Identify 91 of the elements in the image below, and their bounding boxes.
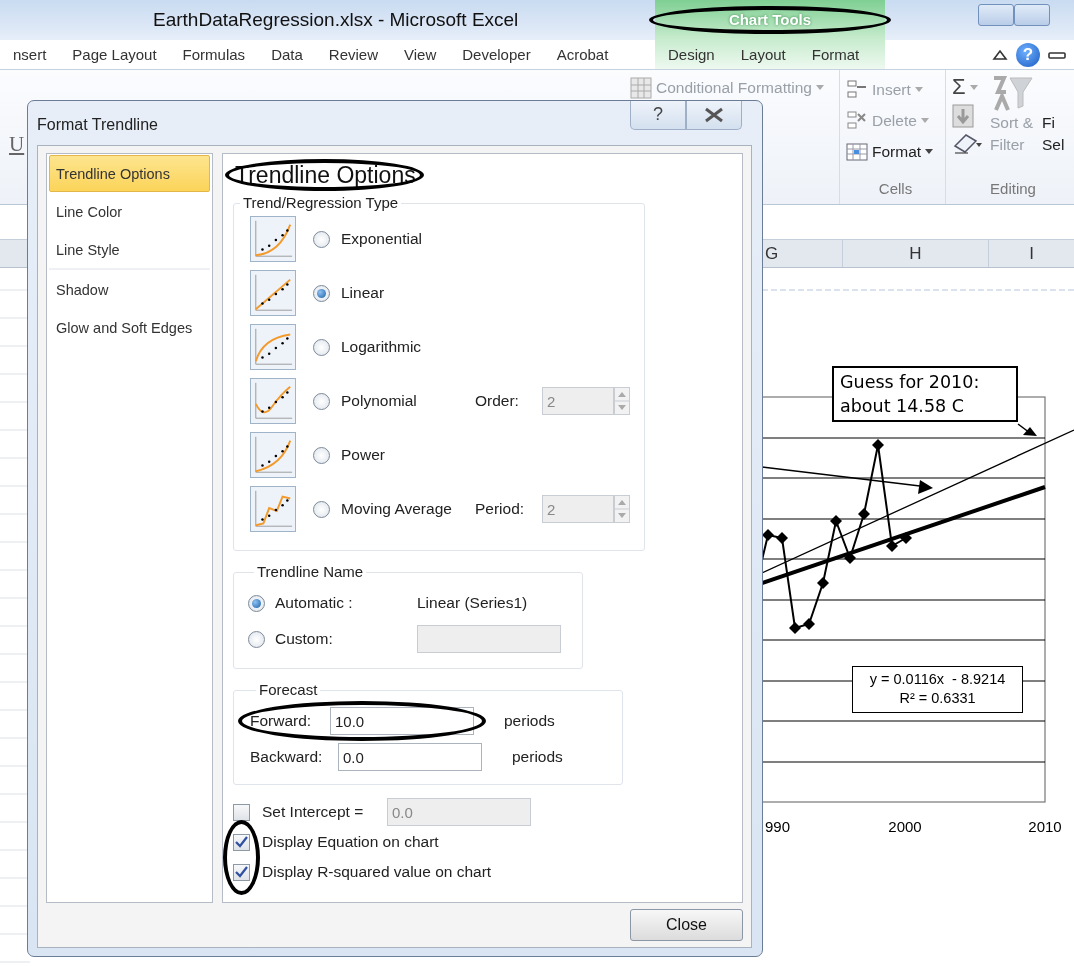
ribbon-tab[interactable]: Layout (727, 40, 799, 69)
axis-label: 2010 (1028, 818, 1062, 835)
contextual-tab-label: Chart Tools (727, 10, 813, 30)
radio-label[interactable]: Moving Average (341, 497, 475, 521)
window-title: EarthDataRegression.xlsx - Microsoft Excel (153, 9, 519, 30)
caret-icon (914, 87, 923, 92)
trend-type-icon (250, 486, 296, 532)
trendline-name: Linear (Series1) (417, 593, 528, 614)
ribbon-tab[interactable]: Format (798, 40, 873, 69)
field-label: Backward: (250, 747, 324, 768)
radio-label[interactable]: Power (341, 443, 475, 467)
eraser-icon[interactable] (952, 132, 982, 154)
radio-label[interactable]: Linear (341, 281, 475, 305)
nav-item[interactable]: Line Style (49, 231, 210, 268)
ribbon-tab[interactable]: Design (655, 40, 728, 69)
cells-button[interactable]: Format (872, 139, 922, 164)
param-label: Period: (475, 499, 526, 520)
group-label: Cells (877, 178, 914, 199)
column-header[interactable]: I (988, 240, 1074, 267)
ribbon-tab[interactable]: Formulas (169, 40, 259, 69)
trend-type-icon (250, 270, 296, 316)
find-select-button[interactable]: Fi Sel (1042, 112, 1065, 156)
nav-item[interactable]: Trendline Options (49, 155, 210, 192)
field-label: Forward: (250, 711, 313, 732)
radio-label[interactable]: Automatic : (275, 591, 417, 615)
callout-text: Guess for 2010: about 14.58 C (832, 366, 1018, 422)
trend-type-icon (250, 432, 296, 478)
equation-label: y = 0.0116x - 8.9214 (868, 670, 1007, 689)
section-heading: Trendline Options (234, 161, 416, 190)
radio-button[interactable] (313, 446, 330, 464)
ribbon-tab[interactable]: View (391, 40, 450, 69)
radio-label[interactable]: Logarithmic (341, 335, 475, 359)
unit-label: periods (504, 711, 555, 732)
radio-button[interactable] (313, 500, 330, 518)
group-label: Trend/Regression Type (242, 194, 400, 212)
close-button[interactable]: Close (630, 909, 743, 941)
sum-button[interactable]: Σ (952, 74, 966, 100)
conditional-formatting-icon (630, 76, 652, 99)
format-cells-icon (846, 141, 868, 162)
caret-icon (815, 85, 824, 91)
ribbon-tab[interactable]: Review (315, 40, 391, 69)
radio-button[interactable] (313, 230, 330, 248)
group-label: Editing (989, 178, 1037, 199)
ribbon-tab[interactable]: Developer (449, 40, 544, 69)
caret-icon (920, 118, 929, 123)
column-header[interactable]: G (764, 240, 842, 267)
nav-item[interactable]: Glow and Soft Edges (49, 309, 210, 346)
checkbox[interactable] (233, 863, 250, 881)
minimize-ribbon-icon[interactable] (1048, 49, 1066, 60)
radio-label[interactable]: Exponential (341, 227, 475, 251)
caret-icon (969, 84, 978, 90)
collapse-ribbon-icon[interactable] (992, 47, 1008, 62)
axis-label: 2000 (888, 818, 922, 835)
radio-button[interactable] (313, 338, 330, 356)
param-label: Order: (475, 391, 520, 412)
delete-cells-icon (846, 110, 868, 131)
radio-label[interactable]: Polynomial (341, 389, 475, 413)
column-header[interactable]: H (842, 240, 988, 267)
spin-buttons[interactable] (614, 495, 630, 523)
ribbon-tab[interactable]: nsert (0, 40, 60, 69)
radio-button[interactable] (313, 284, 330, 302)
help-button[interactable]: ? (630, 101, 686, 130)
r-squared-label: R² = 0.6331 (898, 689, 977, 708)
forecast-field[interactable]: 0.0 (338, 743, 482, 771)
radio-button[interactable] (313, 392, 330, 410)
checkbox-label[interactable]: Display R-squared value on chart (262, 860, 492, 884)
dialog-title: Format Trendline (37, 115, 158, 135)
ribbon-tab[interactable]: Acrobat (543, 40, 622, 69)
radio-button[interactable] (248, 594, 265, 612)
checkbox[interactable] (233, 833, 250, 851)
caret-icon (925, 149, 934, 154)
nav-item[interactable]: Shadow (49, 271, 210, 308)
minimize-button[interactable] (978, 4, 1014, 26)
spin-buttons[interactable] (614, 387, 630, 415)
forecast-field[interactable]: 10.0 (330, 707, 474, 735)
ribbon-tab[interactable]: Data (258, 40, 316, 69)
unit-label: periods (512, 747, 563, 768)
checkbox-label[interactable]: Display Equation on chart (262, 830, 439, 854)
ribbon-tab[interactable]: Page Layout (59, 40, 170, 69)
trend-type-icon (250, 324, 296, 370)
underline-button[interactable]: U (9, 128, 25, 160)
group-label: Trendline Name (256, 563, 365, 581)
restore-button[interactable] (1014, 4, 1050, 26)
axis-label: 990 (765, 818, 791, 835)
group-label: Forecast (258, 681, 319, 699)
close-button[interactable] (686, 101, 742, 130)
close-icon (704, 107, 724, 124)
nav-item[interactable]: Line Color (49, 193, 210, 230)
trend-type-icon (250, 216, 296, 262)
insert-cells-icon (846, 79, 868, 100)
trend-type-icon (250, 378, 296, 424)
